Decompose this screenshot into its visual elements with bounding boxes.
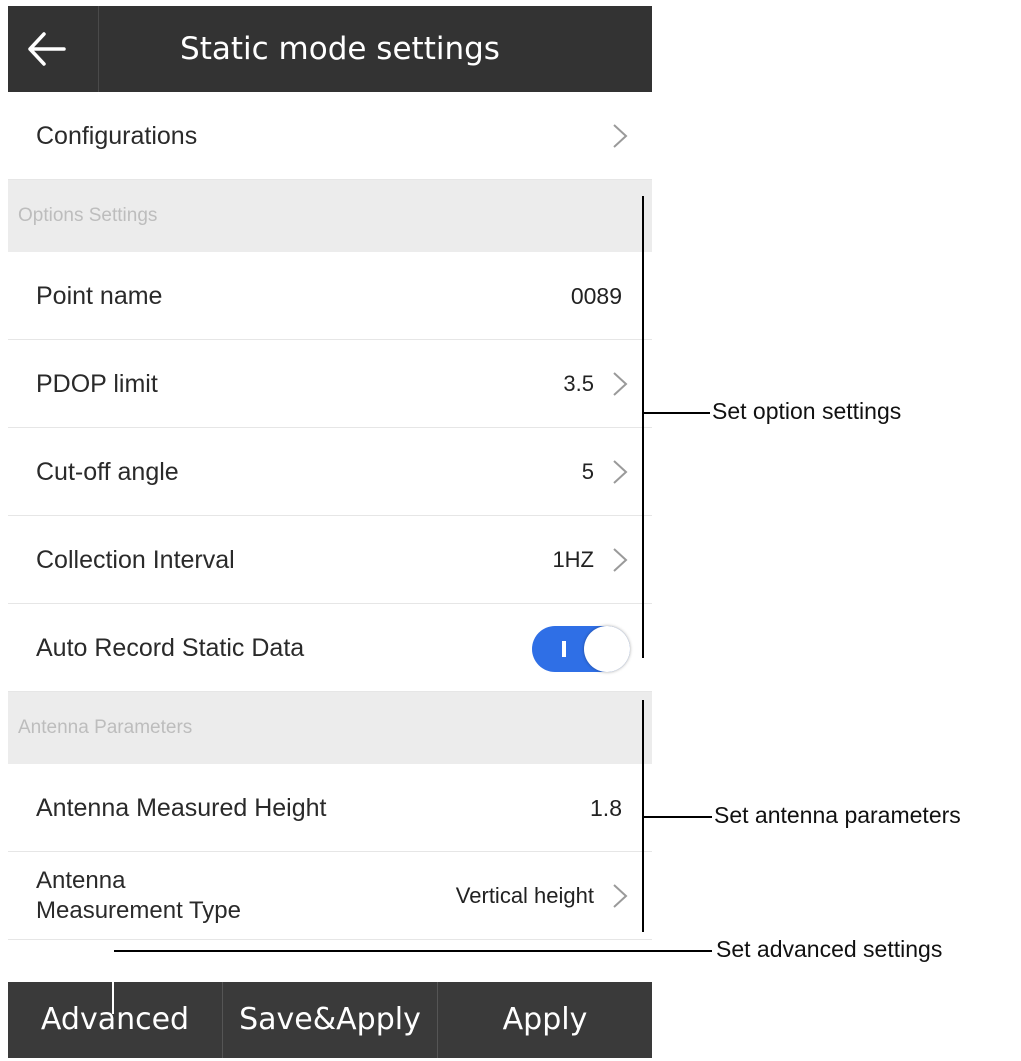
collection-interval-row[interactable]: Collection Interval 1HZ <box>8 516 652 604</box>
auto-record-label: Auto Record Static Data <box>36 634 305 662</box>
advanced-button[interactable]: Advanced <box>8 982 222 1058</box>
cutoff-angle-row[interactable]: Cut-off angle 5 <box>8 428 652 516</box>
options-callout-line <box>644 412 710 414</box>
cutoff-angle-value: 5 <box>581 459 594 484</box>
antenna-measurement-type-value: Vertical height <box>455 883 594 908</box>
measurement-type-line2: Measurement Type <box>36 897 241 924</box>
antenna-annotation: Set antenna parameters <box>714 802 961 828</box>
antenna-parameters-section: Antenna Parameters <box>8 692 652 764</box>
antenna-measured-height-value: 1.8 <box>590 795 622 821</box>
cutoff-angle-label: Cut-off angle <box>36 458 179 486</box>
antenna-callout-line <box>644 816 712 818</box>
options-annotation: Set option settings <box>712 398 902 424</box>
chevron-right-icon <box>613 460 628 484</box>
point-name-label: Point name <box>36 282 163 310</box>
advanced-callout-line <box>112 950 712 952</box>
phone-screen: Static mode settings Configurations Opti… <box>8 6 652 1058</box>
configurations-label: Configurations <box>36 122 198 150</box>
pdop-limit-row[interactable]: PDOP limit 3.5 <box>8 340 652 428</box>
options-settings-heading: Options Settings <box>18 205 158 226</box>
chevron-right-icon <box>613 372 628 396</box>
app-header: Static mode settings <box>8 6 652 92</box>
options-bracket-line <box>642 196 644 658</box>
configurations-row[interactable]: Configurations <box>8 92 652 180</box>
antenna-measurement-type-label: Antenna Measurement Type <box>36 866 241 926</box>
page-title: Static mode settings <box>180 31 500 67</box>
antenna-measurement-type-row[interactable]: Antenna Measurement Type Vertical height <box>8 852 652 940</box>
antenna-measured-height-label: Antenna Measured Height <box>36 794 327 822</box>
toggle-on-mark <box>562 641 566 657</box>
toggle-knob <box>584 626 630 672</box>
point-name-value: 0089 <box>570 283 622 309</box>
pdop-limit-label: PDOP limit <box>36 370 158 398</box>
back-arrow-icon[interactable] <box>22 24 72 74</box>
advanced-callout-drop <box>112 950 114 1014</box>
advanced-annotation: Set advanced settings <box>716 936 943 962</box>
antenna-measured-height-row[interactable]: Antenna Measured Height 1.8 <box>8 764 652 852</box>
auto-record-toggle[interactable] <box>532 626 630 672</box>
auto-record-row: Auto Record Static Data <box>8 604 652 692</box>
chevron-right-icon <box>613 884 628 908</box>
point-name-row[interactable]: Point name 0089 <box>8 252 652 340</box>
options-settings-section: Options Settings <box>8 180 652 252</box>
chevron-right-icon <box>613 548 628 572</box>
pdop-limit-value: 3.5 <box>563 371 594 396</box>
antenna-parameters-heading: Antenna Parameters <box>18 717 193 738</box>
footer-toolbar: Advanced Save&Apply Apply <box>8 982 652 1058</box>
settings-list: Configurations Options Settings Point na… <box>8 92 652 1000</box>
collection-interval-value: 1HZ <box>552 547 594 572</box>
apply-button[interactable]: Apply <box>437 982 652 1058</box>
save-apply-button[interactable]: Save&Apply <box>222 982 437 1058</box>
measurement-type-line1: Antenna <box>36 867 126 894</box>
chevron-right-icon <box>613 124 628 148</box>
collection-interval-label: Collection Interval <box>36 546 235 574</box>
